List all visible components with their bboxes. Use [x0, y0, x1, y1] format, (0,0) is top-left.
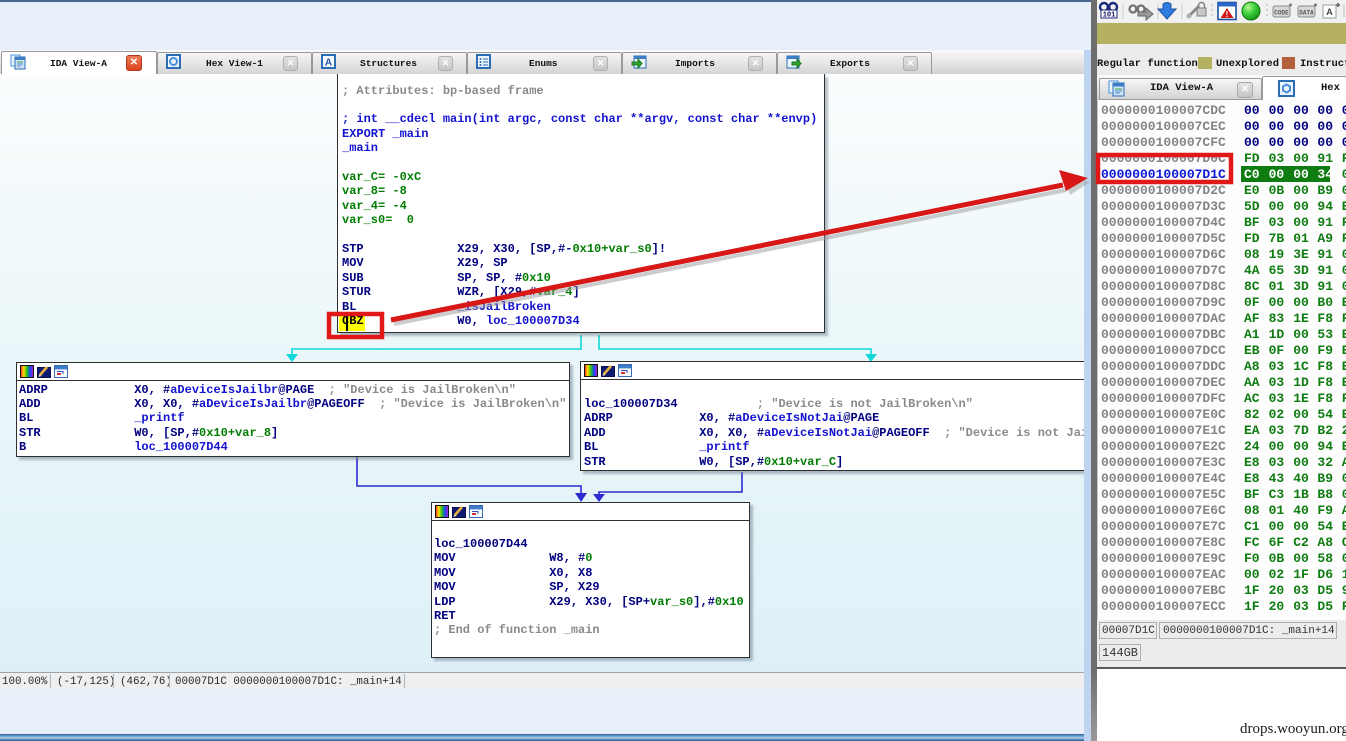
svg-text:101: 101 [1103, 12, 1116, 20]
svg-text:CODE: CODE [1274, 10, 1289, 17]
svg-text:A: A [325, 58, 332, 69]
svg-text:A: A [1326, 7, 1333, 17]
svg-text:!: ! [1226, 10, 1229, 19]
svg-text:DATA: DATA [1299, 10, 1314, 17]
